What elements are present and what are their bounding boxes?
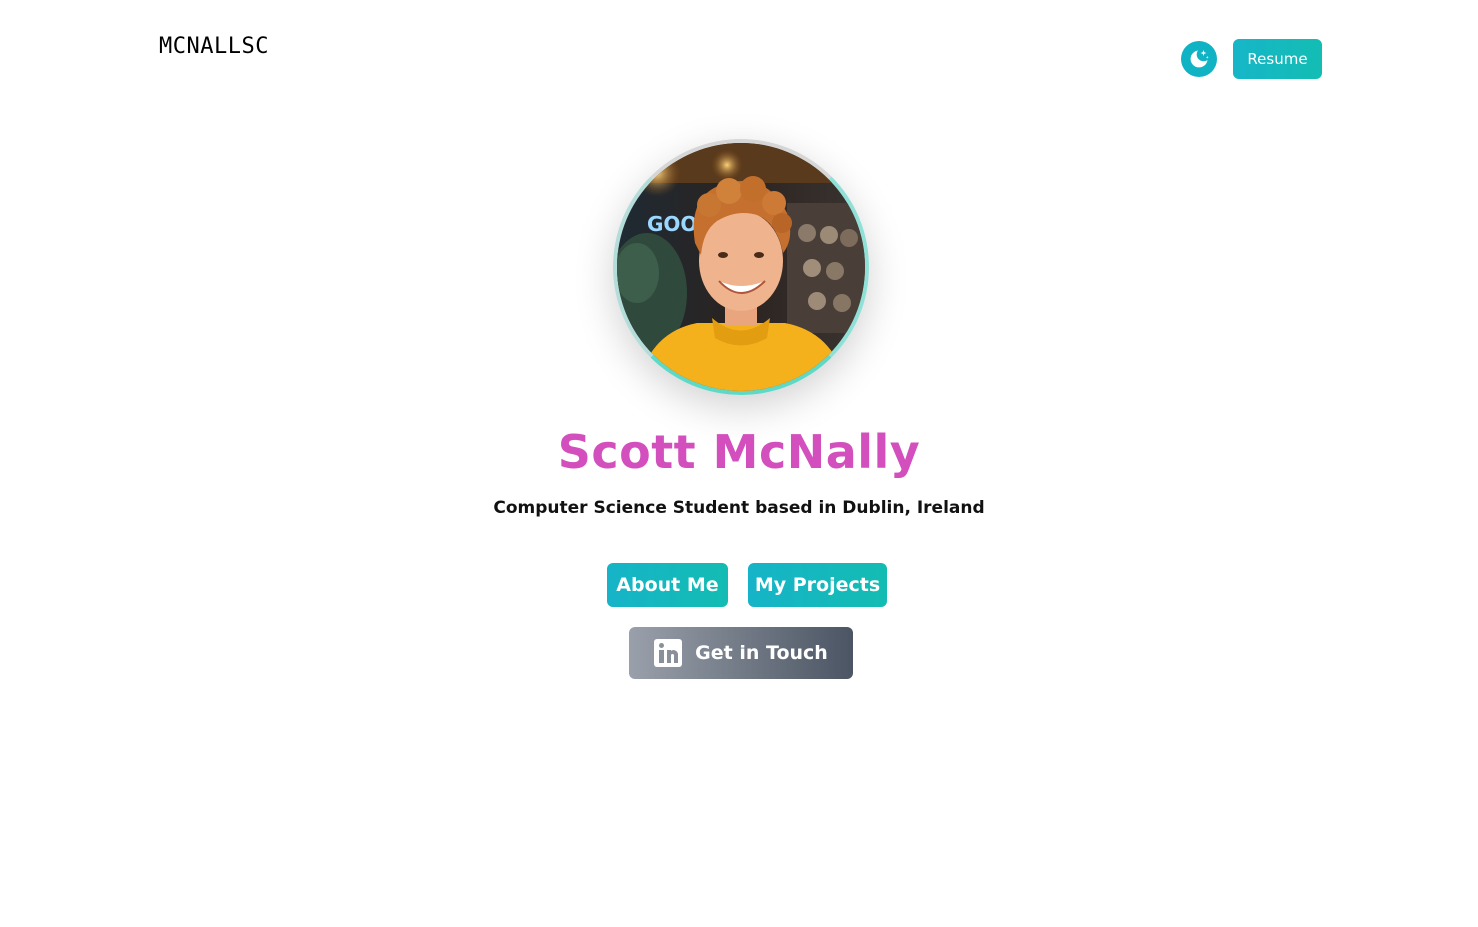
site-logo[interactable]: MCNALLSC [159,34,269,59]
hero-name: Scott McNally [557,425,921,479]
resume-button[interactable]: Resume [1233,39,1322,79]
profile-photo-image: GOOD [617,143,865,391]
about-me-button[interactable]: About Me [607,563,728,607]
hero-subtitle: Computer Science Student based in Dublin… [493,498,985,518]
avatar: GOOD [613,139,869,395]
get-in-touch-label: Get in Touch [695,642,828,664]
site-header: MCNALLSC Resume [0,0,1478,110]
moon-stars-icon [1190,50,1209,68]
theme-toggle-button[interactable] [1181,41,1217,77]
get-in-touch-button[interactable]: Get in Touch [629,627,853,679]
profile-photo: GOOD [613,139,869,395]
linkedin-icon [654,639,683,667]
my-projects-button[interactable]: My Projects [748,563,887,607]
